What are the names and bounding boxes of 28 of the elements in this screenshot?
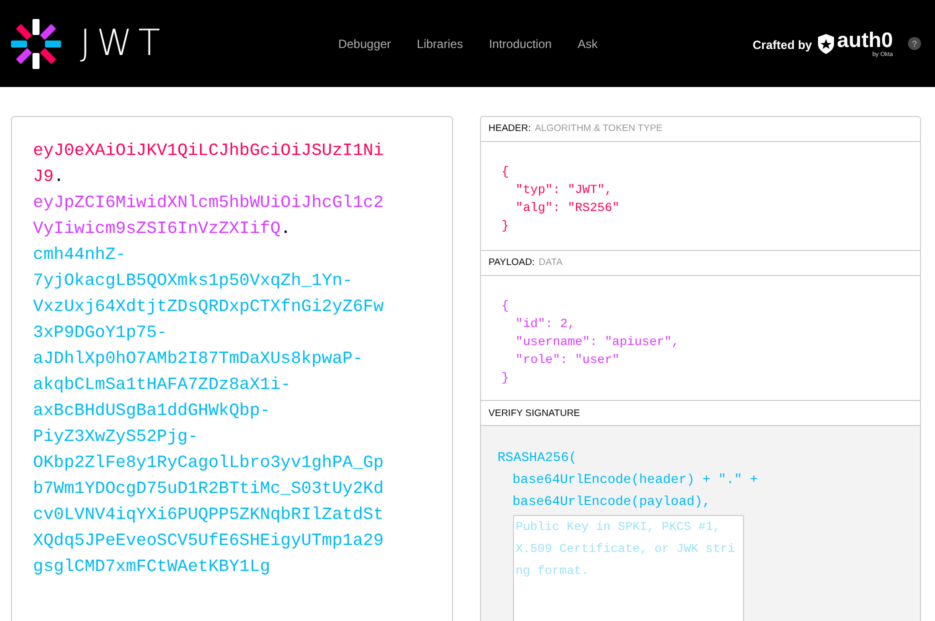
logo-icon [10,18,62,70]
code-line: } [502,370,509,387]
code-line: base64UrlEncode(header) + "." + [512,471,758,489]
code-line: "username": "apiuser", [516,334,680,351]
nav-link[interactable]: Introduction [488,36,552,50]
section-subtitle: DATA [538,257,563,268]
brand-name: auth0 [836,30,893,52]
code-line: base64UrlEncode(payload), [512,493,710,511]
star-shield-icon [816,34,835,54]
code-line: "alg": "RS256" [516,200,620,217]
code-line: "typ": "JWT", [516,182,612,199]
encoded-token[interactable]: eyJ0eXAiOiJKV1QiLCJhbGciOiJSUzI1NiJ9. eyJpZCI6MiwidXNlcm5hbWUiOiJhcGl1c2VyIiwicm9sZSI6InVzZXIifQ. cmh44nhZ-7yjOkacgLB5QOXmks1p50VxqZh_1Yn-VxzUxj64XdtjtZDsQRDxpCTXfnGi2yZ6Fw3xP9DGoY1p75-aJDhlXp0hO7AMb2I87TmDaXUs8kpwaP-akqbCLmSa1tHAFA7ZDz8aX1i-axBcBHdUSgBa1ddGHWkQbp-PiyZ3XwZyS52Pjg-OKbp2ZlFe8y1RyCagolLbro3yv1ghPA_Gpb7Wm1YDOcgD75uD1R2BTtiMc_S03tUy2Kdcv0LVNV4iqYXi6PUQPP5ZKNqbRIlZatdStXQdq5JPeEveoSCV5UfE6SHEigyUTmp1a29gsglCMD7xmFCtWAetKBY1Lg [33,139,384,581]
nav-link[interactable]: Debugger [338,36,391,50]
code-line: RSASHA256( [498,449,577,467]
section-title: HEADER: [488,123,531,134]
nav-link[interactable]: Libraries [416,36,463,50]
code-line: "id": 2, [516,316,576,333]
code-line: { [502,164,509,181]
logo-text: JWT [80,23,166,64]
section-title: PAYLOAD: [488,257,535,268]
public-key-field[interactable]: Public Key in SPKI, PKCS #1, X.509 Certificate, or JWK string format. [512,515,744,621]
section-title: VERIFY SIGNATURE [488,408,580,418]
crafted-by-text: Crafted by [752,38,812,52]
code-line: } [502,218,509,235]
nav-link[interactable]: Ask [578,36,598,50]
code-line: "role": "user" [516,352,620,369]
section-subtitle: ALGORITHM & TOKEN TYPE [534,123,663,134]
code-line: { [502,298,509,315]
